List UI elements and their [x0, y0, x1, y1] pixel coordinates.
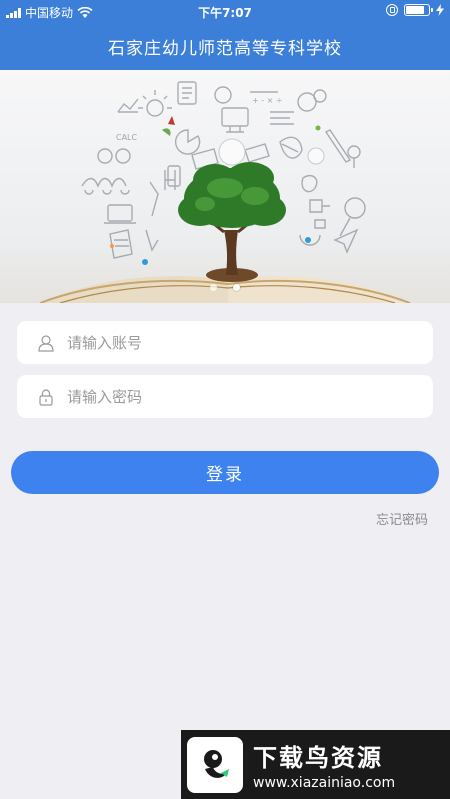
user-icon — [38, 334, 54, 352]
watermark-title: 下载鸟资源 — [253, 744, 383, 772]
account-field[interactable] — [17, 321, 433, 364]
carousel-dot-active[interactable] — [233, 284, 240, 291]
orientation-lock-icon — [386, 4, 398, 16]
lock-icon — [39, 388, 53, 406]
password-field[interactable] — [17, 375, 433, 418]
status-right — [386, 4, 444, 16]
battery-icon — [404, 4, 433, 16]
forgot-password-link[interactable]: 忘记密码 — [376, 509, 428, 528]
svg-text:+ - × ÷: + - × ÷ — [252, 96, 283, 105]
account-input[interactable] — [67, 321, 433, 364]
carousel-dots — [0, 284, 450, 291]
status-time: 下午7:07 — [198, 6, 252, 20]
watermark-banner: 下载鸟资源 www.xiazainiao.com — [181, 730, 450, 799]
charging-icon — [436, 4, 444, 16]
carousel-dot[interactable] — [210, 284, 217, 291]
password-input[interactable] — [67, 375, 433, 418]
svg-text:CALC: CALC — [116, 133, 138, 142]
watermark-url: www.xiazainiao.com — [253, 775, 396, 791]
banner-image: + - × ÷ CALC — [39, 81, 411, 303]
nav-bar: 石家庄幼儿师范高等专科学校 — [0, 22, 450, 70]
page-title: 石家庄幼儿师范高等专科学校 — [108, 38, 342, 59]
banner-carousel[interactable]: + - × ÷ CALC — [0, 70, 450, 303]
login-button[interactable]: 登录 — [11, 451, 439, 494]
bird-logo-icon — [187, 736, 243, 793]
status-bar: 中国移动 下午7:07 — [0, 0, 450, 22]
